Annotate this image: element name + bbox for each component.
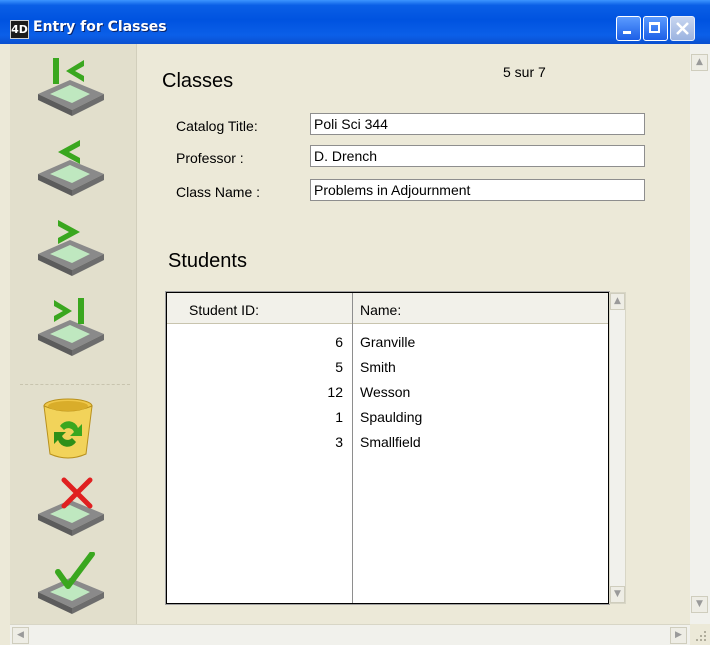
list-vertical-scrollbar[interactable]: ▲ ▼ (609, 292, 626, 604)
window-scroll-down-icon[interactable]: ▼ (691, 596, 708, 613)
table-row[interactable]: 6 Granville (167, 331, 608, 355)
students-list[interactable]: Student ID: Name: 6 Granville 5 Smith 12… (165, 291, 610, 605)
last-record-icon (38, 298, 104, 356)
resize-grip-icon[interactable] (690, 624, 710, 645)
accept-button[interactable] (30, 551, 110, 616)
next-record-icon (38, 220, 104, 276)
window-title: Entry for Classes (33, 19, 167, 35)
classes-heading: Classes (162, 70, 234, 92)
app-icon: 4D (10, 20, 29, 39)
name-column-header[interactable]: Name: (360, 302, 401, 318)
student-name-cell: Smith (360, 359, 396, 375)
student-id-cell: 3 (335, 434, 343, 450)
first-record-button[interactable] (30, 54, 110, 118)
table-row[interactable]: 5 Smith (167, 356, 608, 380)
student-id-cell: 12 (327, 384, 343, 400)
student-id-cell: 1 (335, 409, 343, 425)
student-name-cell: Spaulding (360, 409, 423, 425)
student-name-cell: Wesson (360, 384, 411, 400)
student-id-cell: 6 (335, 334, 343, 350)
student-name-cell: Smallfield (360, 434, 421, 450)
window-scroll-up-icon[interactable]: ▲ (691, 54, 708, 71)
title-bar[interactable]: 4D Entry for Classes (0, 0, 710, 44)
student-id-cell: 5 (335, 359, 343, 375)
list-scroll-down-icon[interactable]: ▼ (610, 586, 625, 603)
list-header: Student ID: Name: (167, 293, 608, 324)
maximize-icon (649, 22, 660, 33)
window-horizontal-scrollbar[interactable]: ◀ ▶ (10, 624, 690, 645)
accept-check-icon (38, 551, 104, 614)
maximize-button[interactable] (643, 16, 668, 41)
minimize-button[interactable] (616, 16, 641, 41)
next-record-button[interactable] (30, 214, 110, 278)
catalog-title-field[interactable]: Poli Sci 344 (310, 113, 645, 135)
window-scroll-right-icon[interactable]: ▶ (670, 627, 687, 644)
toolbar-separator (20, 384, 130, 385)
professor-field[interactable]: D. Drench (310, 145, 645, 167)
close-icon (676, 22, 689, 35)
delete-record-button[interactable] (30, 396, 110, 460)
student-id-column-header[interactable]: Student ID: (189, 302, 259, 318)
minimize-icon (623, 31, 631, 34)
window-vertical-scrollbar[interactable]: ▲ ▼ (690, 44, 710, 624)
table-row[interactable]: 3 Smallfield (167, 431, 608, 455)
list-scroll-up-icon[interactable]: ▲ (610, 293, 625, 310)
window-scroll-left-icon[interactable]: ◀ (12, 627, 29, 644)
window: 4D Entry for Classes Classes 5 sur 7 Cat… (0, 0, 710, 645)
catalog-title-label: Catalog Title: (176, 118, 258, 134)
class-name-field[interactable]: Problems in Adjournment (310, 179, 645, 201)
student-name-cell: Granville (360, 334, 416, 350)
first-record-icon (38, 58, 104, 116)
record-position: 5 sur 7 (503, 64, 546, 80)
cancel-button[interactable] (30, 474, 110, 538)
previous-record-button[interactable] (30, 134, 110, 198)
professor-label: Professor : (176, 150, 244, 166)
table-row[interactable]: 12 Wesson (167, 381, 608, 405)
recycle-bin-icon (43, 398, 93, 459)
students-heading: Students (168, 250, 247, 272)
navigation-toolbar (10, 44, 137, 626)
class-name-label: Class Name : (176, 184, 261, 200)
cancel-x-icon (38, 477, 104, 536)
last-record-button[interactable] (30, 294, 110, 358)
close-button[interactable] (670, 16, 695, 41)
table-row[interactable]: 1 Spaulding (167, 406, 608, 430)
previous-record-icon (38, 140, 104, 196)
